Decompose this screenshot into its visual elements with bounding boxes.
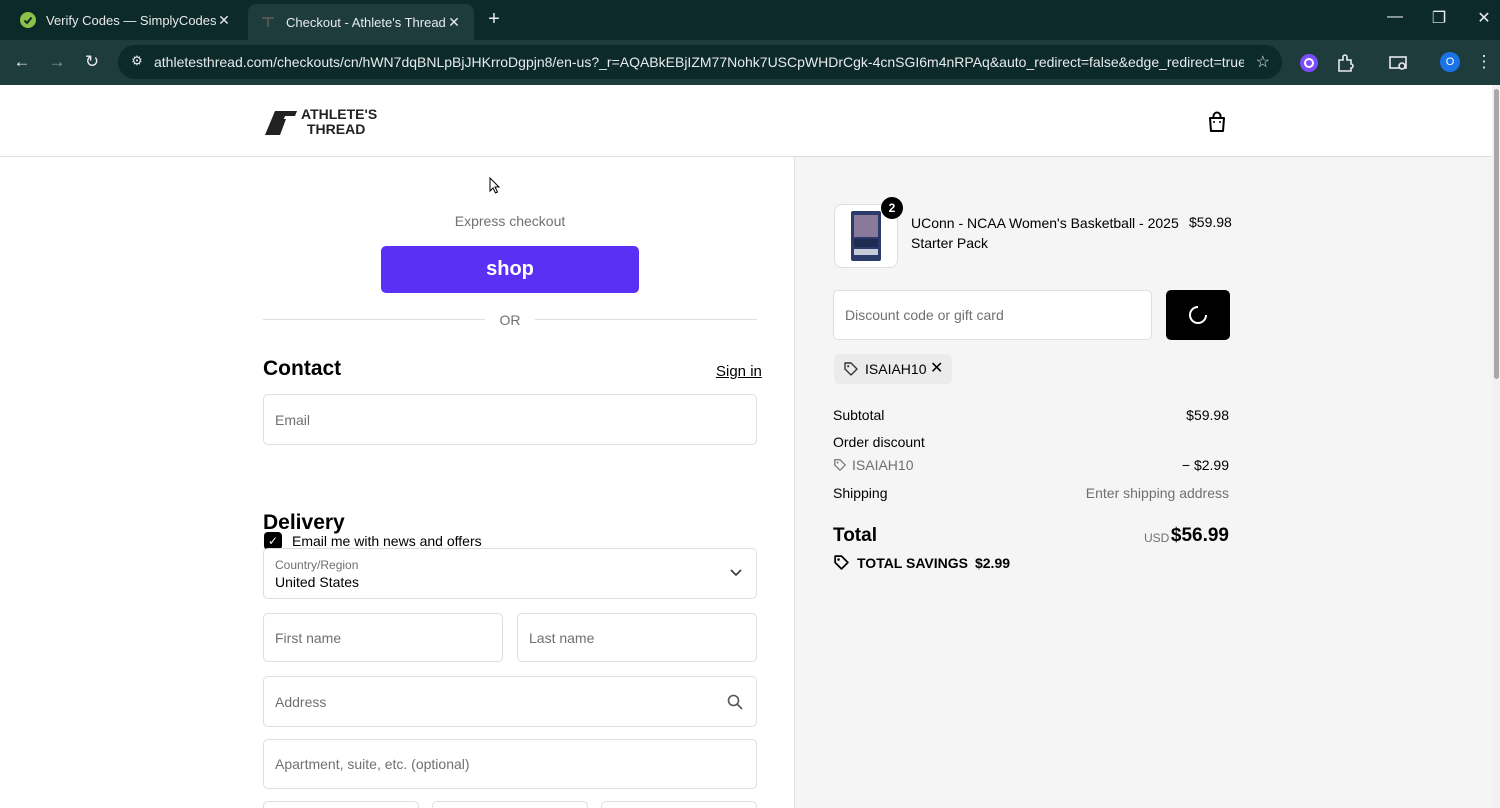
express-checkout-label: Express checkout: [454, 213, 566, 229]
applied-code-chip: ISAIAH10 ✕: [834, 354, 952, 384]
divider: [263, 319, 485, 320]
tab-close-icon[interactable]: ✕: [216, 12, 232, 29]
new-tab-button[interactable]: +: [484, 8, 504, 30]
site-info-icon[interactable]: ⚙: [128, 53, 146, 71]
athletes-thread-favicon-icon: [260, 14, 276, 30]
logo-line2: THREAD: [307, 121, 365, 137]
address-bar[interactable]: ⚙ athletesthread.com/checkouts/cn/hWN7dq…: [118, 45, 1282, 79]
subtotal-value: $59.98: [1186, 407, 1229, 423]
country-label: Country/Region: [275, 558, 359, 572]
first-name-placeholder: First name: [275, 629, 342, 646]
logo-line1: ATHLETE'S: [301, 106, 377, 122]
url-text[interactable]: athletesthread.com/checkouts/cn/hWN7dqBN…: [154, 54, 1244, 70]
order-summary: 2 UConn - NCAA Women's Basketball - 2025…: [794, 157, 1492, 808]
applied-code-label: ISAIAH10: [865, 361, 927, 377]
profile-avatar[interactable]: O: [1440, 52, 1460, 72]
contact-heading: Contact: [263, 357, 342, 380]
reload-icon[interactable]: ↻: [81, 52, 103, 72]
cast-search-icon[interactable]: [1387, 52, 1409, 74]
savings-value: $2.99: [974, 554, 1011, 571]
apply-discount-button[interactable]: [1166, 290, 1230, 340]
address-field[interactable]: Address: [263, 676, 757, 727]
subtotal-label: Subtotal: [833, 407, 885, 423]
shop-pay-button[interactable]: shop: [381, 246, 639, 293]
email-field[interactable]: Email: [263, 394, 757, 445]
quantity-badge: 2: [881, 197, 903, 219]
address-placeholder: Address: [275, 693, 327, 710]
discount-placeholder: Discount code or gift card: [845, 307, 1004, 323]
city-field[interactable]: [263, 801, 419, 808]
apartment-field[interactable]: Apartment, suite, etc. (optional): [263, 739, 757, 789]
forward-icon[interactable]: →: [46, 52, 68, 72]
delivery-heading: Delivery: [263, 511, 345, 534]
country-value: United States: [275, 574, 360, 590]
first-name-field[interactable]: First name: [263, 613, 503, 662]
total-label: Total: [833, 525, 877, 546]
total-currency: USD: [1144, 531, 1170, 545]
extension-simplycodes-icon[interactable]: [1298, 52, 1320, 74]
shipping-label: Shipping: [833, 485, 888, 501]
loading-spinner-icon: [1189, 306, 1207, 324]
tab-title: Checkout - Athlete's Thread: [286, 14, 446, 30]
search-icon: [727, 694, 743, 710]
discount-code-row: ISAIAH10: [833, 457, 913, 473]
browser-toolbar: ← → ↻ ⚙ athletesthread.com/checkouts/cn/…: [0, 40, 1500, 85]
last-name-field[interactable]: Last name: [517, 613, 757, 662]
discount-value: − $2.99: [1181, 457, 1229, 473]
country-select[interactable]: Country/Region United States: [263, 548, 757, 599]
discount-code-text: ISAIAH10: [852, 457, 914, 473]
shopping-bag-icon[interactable]: [1206, 110, 1228, 134]
sign-in-link[interactable]: Sign in: [716, 363, 762, 380]
product-price: $59.98: [1189, 214, 1232, 230]
restore-icon[interactable]: ❐: [1427, 8, 1451, 28]
back-icon[interactable]: ←: [11, 52, 33, 72]
checkout-form: Express checkout shop OR Contact Sign in…: [0, 157, 794, 808]
zip-field[interactable]: [601, 801, 757, 808]
tab-title: Verify Codes — SimplyCodes: [46, 12, 216, 28]
total-savings: TOTAL SAVINGS $2.99: [833, 554, 1010, 571]
simplycodes-favicon-icon: [20, 12, 36, 28]
bookmark-star-icon[interactable]: ☆: [1256, 52, 1270, 72]
tab-close-icon[interactable]: ✕: [446, 14, 462, 31]
state-select[interactable]: [432, 801, 588, 808]
checkout-page: ATHLETE'S THREAD Express checkout shop O…: [0, 85, 1500, 808]
tab-athletes-thread[interactable]: Checkout - Athlete's Thread ✕: [248, 4, 474, 40]
or-separator: OR: [499, 312, 521, 328]
tab-simplycodes[interactable]: Verify Codes — SimplyCodes ✕: [8, 6, 244, 34]
discount-input[interactable]: Discount code or gift card: [833, 290, 1152, 340]
order-discount-label: Order discount: [833, 434, 925, 450]
remove-code-icon[interactable]: ✕: [930, 358, 943, 378]
newsletter-label[interactable]: Email me with news and offers: [292, 533, 482, 549]
savings-label: TOTAL SAVINGS: [857, 554, 968, 571]
extensions-puzzle-icon[interactable]: [1334, 52, 1356, 74]
product-name: UConn - NCAA Women's Basketball - 2025 S…: [911, 215, 1179, 251]
menu-kebab-icon[interactable]: ⋮: [1473, 52, 1495, 72]
close-window-icon[interactable]: ✕: [1472, 8, 1496, 28]
last-name-placeholder: Last name: [529, 629, 595, 646]
savings-tag-icon: [834, 555, 849, 570]
apartment-placeholder: Apartment, suite, etc. (optional): [275, 756, 470, 772]
tag-icon: [844, 362, 858, 376]
scrollbar-thumb[interactable]: [1494, 89, 1499, 379]
browser-tab-bar: Verify Codes — SimplyCodes ✕ Checkout - …: [0, 0, 1500, 40]
minimize-icon[interactable]: —: [1383, 8, 1407, 26]
chevron-down-icon: [730, 566, 742, 580]
total-value: $56.99: [1170, 525, 1229, 546]
shipping-value: Enter shipping address: [1085, 485, 1229, 501]
tag-icon: [834, 459, 846, 471]
site-header: ATHLETE'S THREAD: [0, 85, 1492, 157]
mouse-cursor-icon: [489, 177, 501, 194]
athletes-thread-logo[interactable]: ATHLETE'S THREAD: [263, 105, 381, 137]
divider: [535, 319, 757, 320]
email-placeholder: Email: [275, 411, 311, 428]
